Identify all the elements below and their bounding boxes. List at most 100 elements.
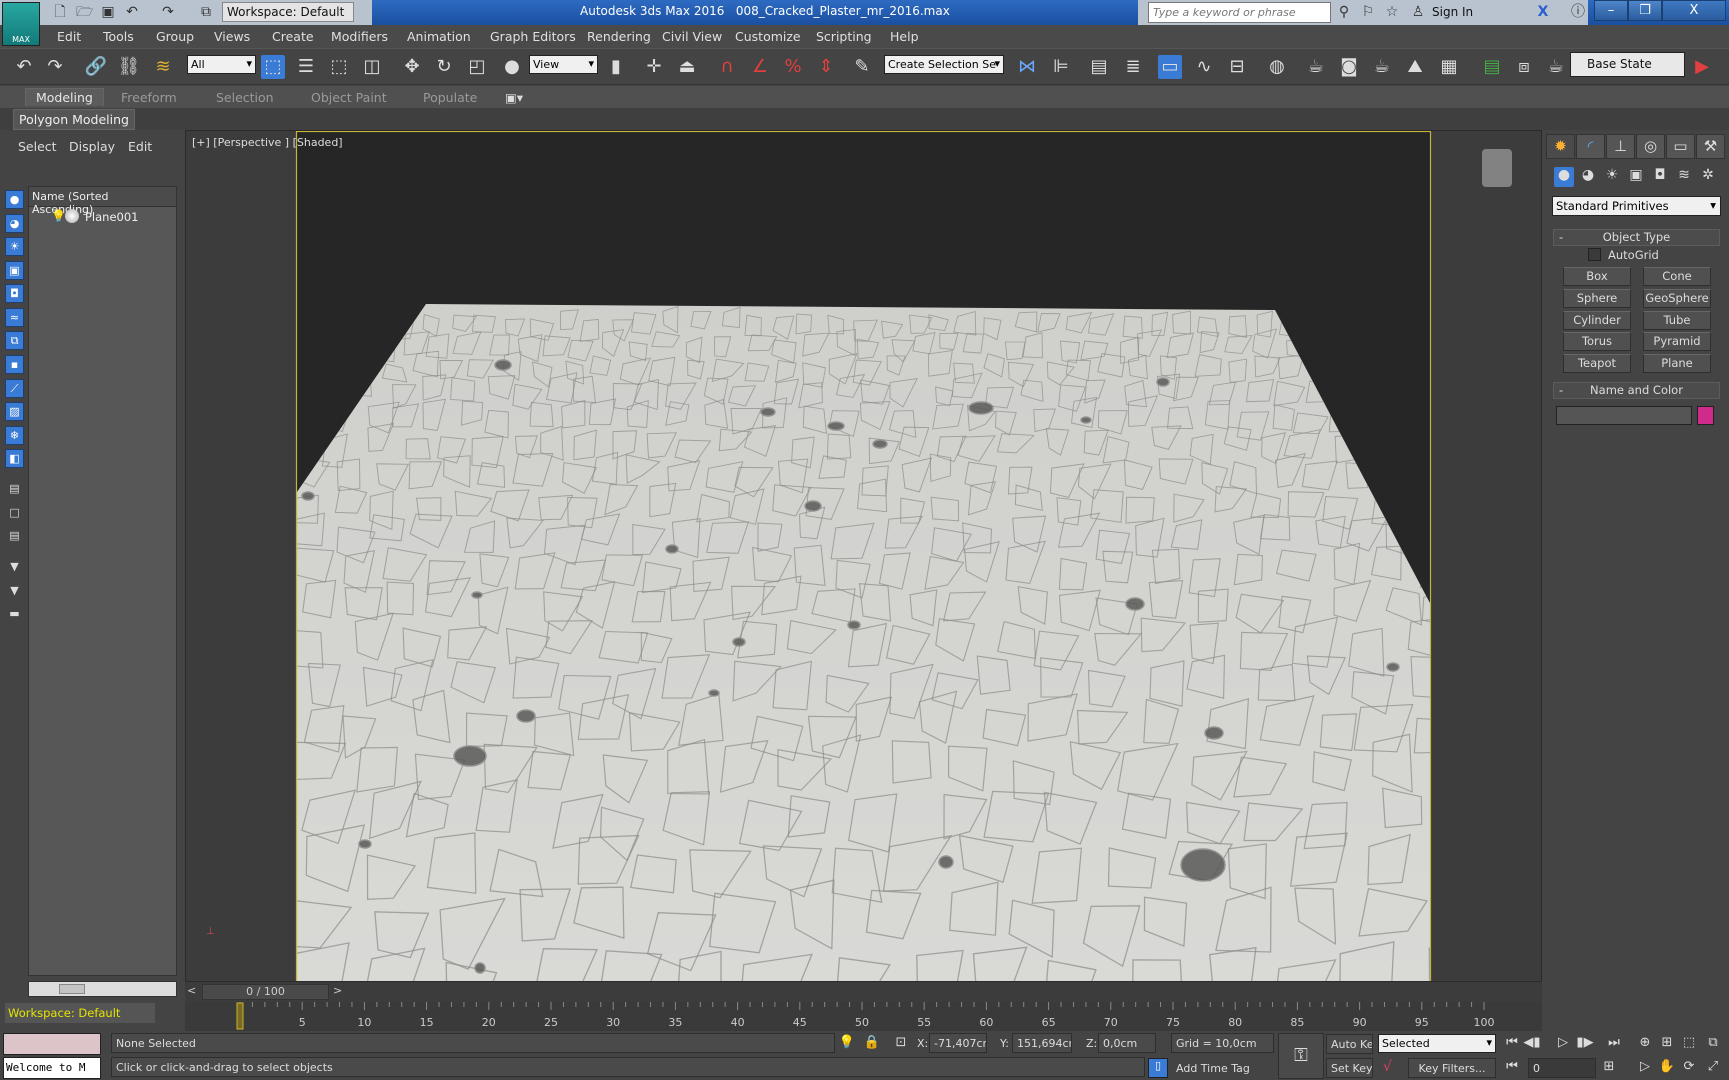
display-helpers-icon[interactable]: ◘ xyxy=(5,284,24,303)
render-production-icon[interactable]: ☕ xyxy=(1370,55,1394,79)
zoom-extents-icon[interactable]: ⬚ xyxy=(1680,1035,1698,1050)
tab-populate[interactable]: Populate xyxy=(423,90,477,105)
menu-animation[interactable]: Animation xyxy=(407,29,471,44)
redo-icon[interactable]: ↷ xyxy=(43,55,67,79)
cone-button[interactable]: Cone xyxy=(1643,267,1711,286)
tab-freeform[interactable]: Freeform xyxy=(121,90,177,105)
key-mode-toggle-icon[interactable]: ⏮ xyxy=(1503,1059,1521,1074)
layer-explorer-icon[interactable]: ≣ xyxy=(1121,55,1145,79)
material-editor-icon[interactable]: ◍ xyxy=(1265,55,1289,79)
menu-modifiers[interactable]: Modifiers xyxy=(331,29,388,44)
cylinder-button[interactable]: Cylinder xyxy=(1563,311,1631,330)
window-crossing-icon[interactable]: ◫ xyxy=(360,55,384,79)
explorer-menu-display[interactable]: Display xyxy=(69,139,115,154)
close-button[interactable]: X xyxy=(1662,0,1726,21)
named-selection-dropdown[interactable]: Create Selection Se xyxy=(884,55,1004,74)
field-of-view-icon[interactable]: ▷ xyxy=(1636,1059,1654,1074)
curve-editor-icon[interactable]: ∿ xyxy=(1192,55,1216,79)
render-iterative-icon[interactable]: ⛰ xyxy=(1403,55,1427,79)
mirror-icon[interactable]: ⋈ xyxy=(1015,55,1039,79)
rendered-frame-window-icon[interactable]: ◙ xyxy=(1337,55,1361,79)
display-geometry-icon[interactable]: ● xyxy=(5,190,24,209)
go-to-start-icon[interactable]: ⏮ xyxy=(1503,1035,1521,1050)
align-icon[interactable]: ⊫ xyxy=(1049,55,1073,79)
display-all-icon[interactable]: ▤ xyxy=(5,480,24,499)
display-groups-icon[interactable]: ⧉ xyxy=(5,331,24,350)
set-keys-key-icon[interactable]: ⚿ xyxy=(1278,1033,1324,1079)
z-coordinate-field[interactable]: 0,0cm xyxy=(1098,1033,1156,1053)
select-object-icon[interactable]: ⬚ xyxy=(261,55,285,79)
key-filters-button[interactable]: Key Filters... xyxy=(1408,1058,1496,1078)
geosphere-button[interactable]: GeoSphere xyxy=(1643,289,1711,308)
display-invert-icon[interactable]: ▤ xyxy=(5,527,24,546)
menu-help[interactable]: Help xyxy=(890,29,919,44)
time-tag-icon[interactable]: ▯ xyxy=(1148,1058,1168,1078)
angle-snap-icon[interactable]: ∠ xyxy=(748,55,772,79)
name-color-rollout-header[interactable]: - Name and Color xyxy=(1553,382,1720,399)
edit-named-selection-icon[interactable]: ✎ xyxy=(850,55,874,79)
viewport-label[interactable]: [+] [Perspective ] [Shaded] xyxy=(192,136,343,149)
absolute-mode-icon[interactable]: ⊡ xyxy=(892,1035,910,1050)
menu-group[interactable]: Group xyxy=(156,29,194,44)
y-coordinate-field[interactable]: 151,694cm xyxy=(1012,1033,1072,1053)
zoom-icon[interactable]: ⊕ xyxy=(1636,1035,1654,1050)
minimize-button[interactable]: – xyxy=(1594,0,1628,21)
link-icon[interactable]: 🔗 xyxy=(84,55,108,79)
systems-icon[interactable]: ✲ xyxy=(1698,167,1718,187)
manipulate-icon[interactable]: ✛ xyxy=(642,55,666,79)
favorites-star-icon[interactable]: ☆ xyxy=(1384,4,1400,20)
maximize-viewport-icon[interactable]: ⤢ xyxy=(1704,1059,1722,1074)
pivot-center-icon[interactable]: ▮ xyxy=(604,55,628,79)
perspective-viewport[interactable]: [+] [Perspective ] [Shaded] ⊥ xyxy=(185,130,1542,982)
snaps-toggle-icon[interactable]: ∩ xyxy=(715,55,739,79)
object-color-swatch[interactable] xyxy=(1697,406,1714,425)
spinner-snap-icon[interactable]: ⇕ xyxy=(814,55,838,79)
orbit-icon[interactable]: ⟳ xyxy=(1680,1059,1698,1074)
menu-civil-view[interactable]: Civil View xyxy=(662,29,722,44)
display-shapes-icon[interactable]: ◕ xyxy=(5,214,24,233)
display-tab-icon[interactable]: ▭ xyxy=(1666,134,1695,159)
rotate-icon[interactable]: ↻ xyxy=(432,55,456,79)
key-mode-dropdown[interactable]: Selected ▾ xyxy=(1378,1034,1496,1053)
name-column-header[interactable]: Name (Sorted Ascending) xyxy=(29,187,176,216)
percent-snap-icon[interactable]: % xyxy=(781,55,805,79)
previous-frame-icon[interactable]: ◀▮ xyxy=(1523,1035,1541,1050)
new-file-icon[interactable]: 🗋 xyxy=(52,4,68,20)
redo-icon[interactable]: ↷ xyxy=(160,4,176,20)
workspace-dropdown[interactable]: Workspace: Default xyxy=(222,2,354,22)
next-frame-icon[interactable]: ▮▶ xyxy=(1576,1035,1594,1050)
selection-lock-icon[interactable]: 🔒 xyxy=(863,1035,881,1050)
bind-space-warp-icon[interactable]: ≋ xyxy=(151,55,175,79)
light-bulb-icon[interactable]: 💡 xyxy=(51,209,66,223)
undo-icon[interactable]: ↶ xyxy=(12,55,36,79)
move-icon[interactable]: ✥ xyxy=(400,55,424,79)
set-key-button[interactable]: Set Key xyxy=(1326,1058,1373,1078)
app-menu-button[interactable]: MAX xyxy=(2,2,40,46)
compositor-icon[interactable]: ⧈ xyxy=(1512,55,1536,79)
track-bar[interactable]: 0510152025303540455055606570758085909510… xyxy=(185,1002,1542,1031)
tab-selection[interactable]: Selection xyxy=(216,90,274,105)
isolate-selection-icon[interactable]: 💡 xyxy=(838,1035,856,1050)
utilities-tab-icon[interactable]: ⚒ xyxy=(1696,134,1725,159)
display-cameras-icon[interactable]: ▣ xyxy=(5,261,24,280)
add-time-tag-button[interactable]: Add Time Tag xyxy=(1176,1062,1250,1075)
object-name-input[interactable] xyxy=(1556,406,1692,425)
workspace-status[interactable]: Workspace: Default xyxy=(5,1003,155,1023)
create-tab-icon[interactable]: ✹ xyxy=(1546,134,1575,159)
autogrid-checkbox[interactable] xyxy=(1588,248,1601,261)
time-next-icon[interactable]: > xyxy=(333,984,342,997)
tab-modeling[interactable]: Modeling xyxy=(25,88,104,106)
shapes-icon[interactable]: ◕ xyxy=(1578,167,1598,187)
play-state-icon[interactable]: ▶ xyxy=(1690,55,1714,79)
render-in-cloud-icon[interactable]: ▦ xyxy=(1437,55,1461,79)
display-containers-icon[interactable]: ▨ xyxy=(5,402,24,421)
current-frame-input[interactable]: 0 xyxy=(1528,1058,1596,1078)
selection-filter-dropdown[interactable]: All xyxy=(187,55,256,74)
state-sets-icon[interactable]: ▤ xyxy=(1480,55,1504,79)
object-type-rollout-header[interactable]: - Object Type xyxy=(1553,229,1720,246)
display-none-icon[interactable]: □ xyxy=(5,504,24,523)
unlink-icon[interactable]: ⛓ xyxy=(117,55,141,79)
render-setup-icon[interactable]: ☕ xyxy=(1304,55,1328,79)
exchange-icon[interactable]: X xyxy=(1535,4,1551,20)
teapot-button[interactable]: Teapot xyxy=(1563,354,1631,373)
